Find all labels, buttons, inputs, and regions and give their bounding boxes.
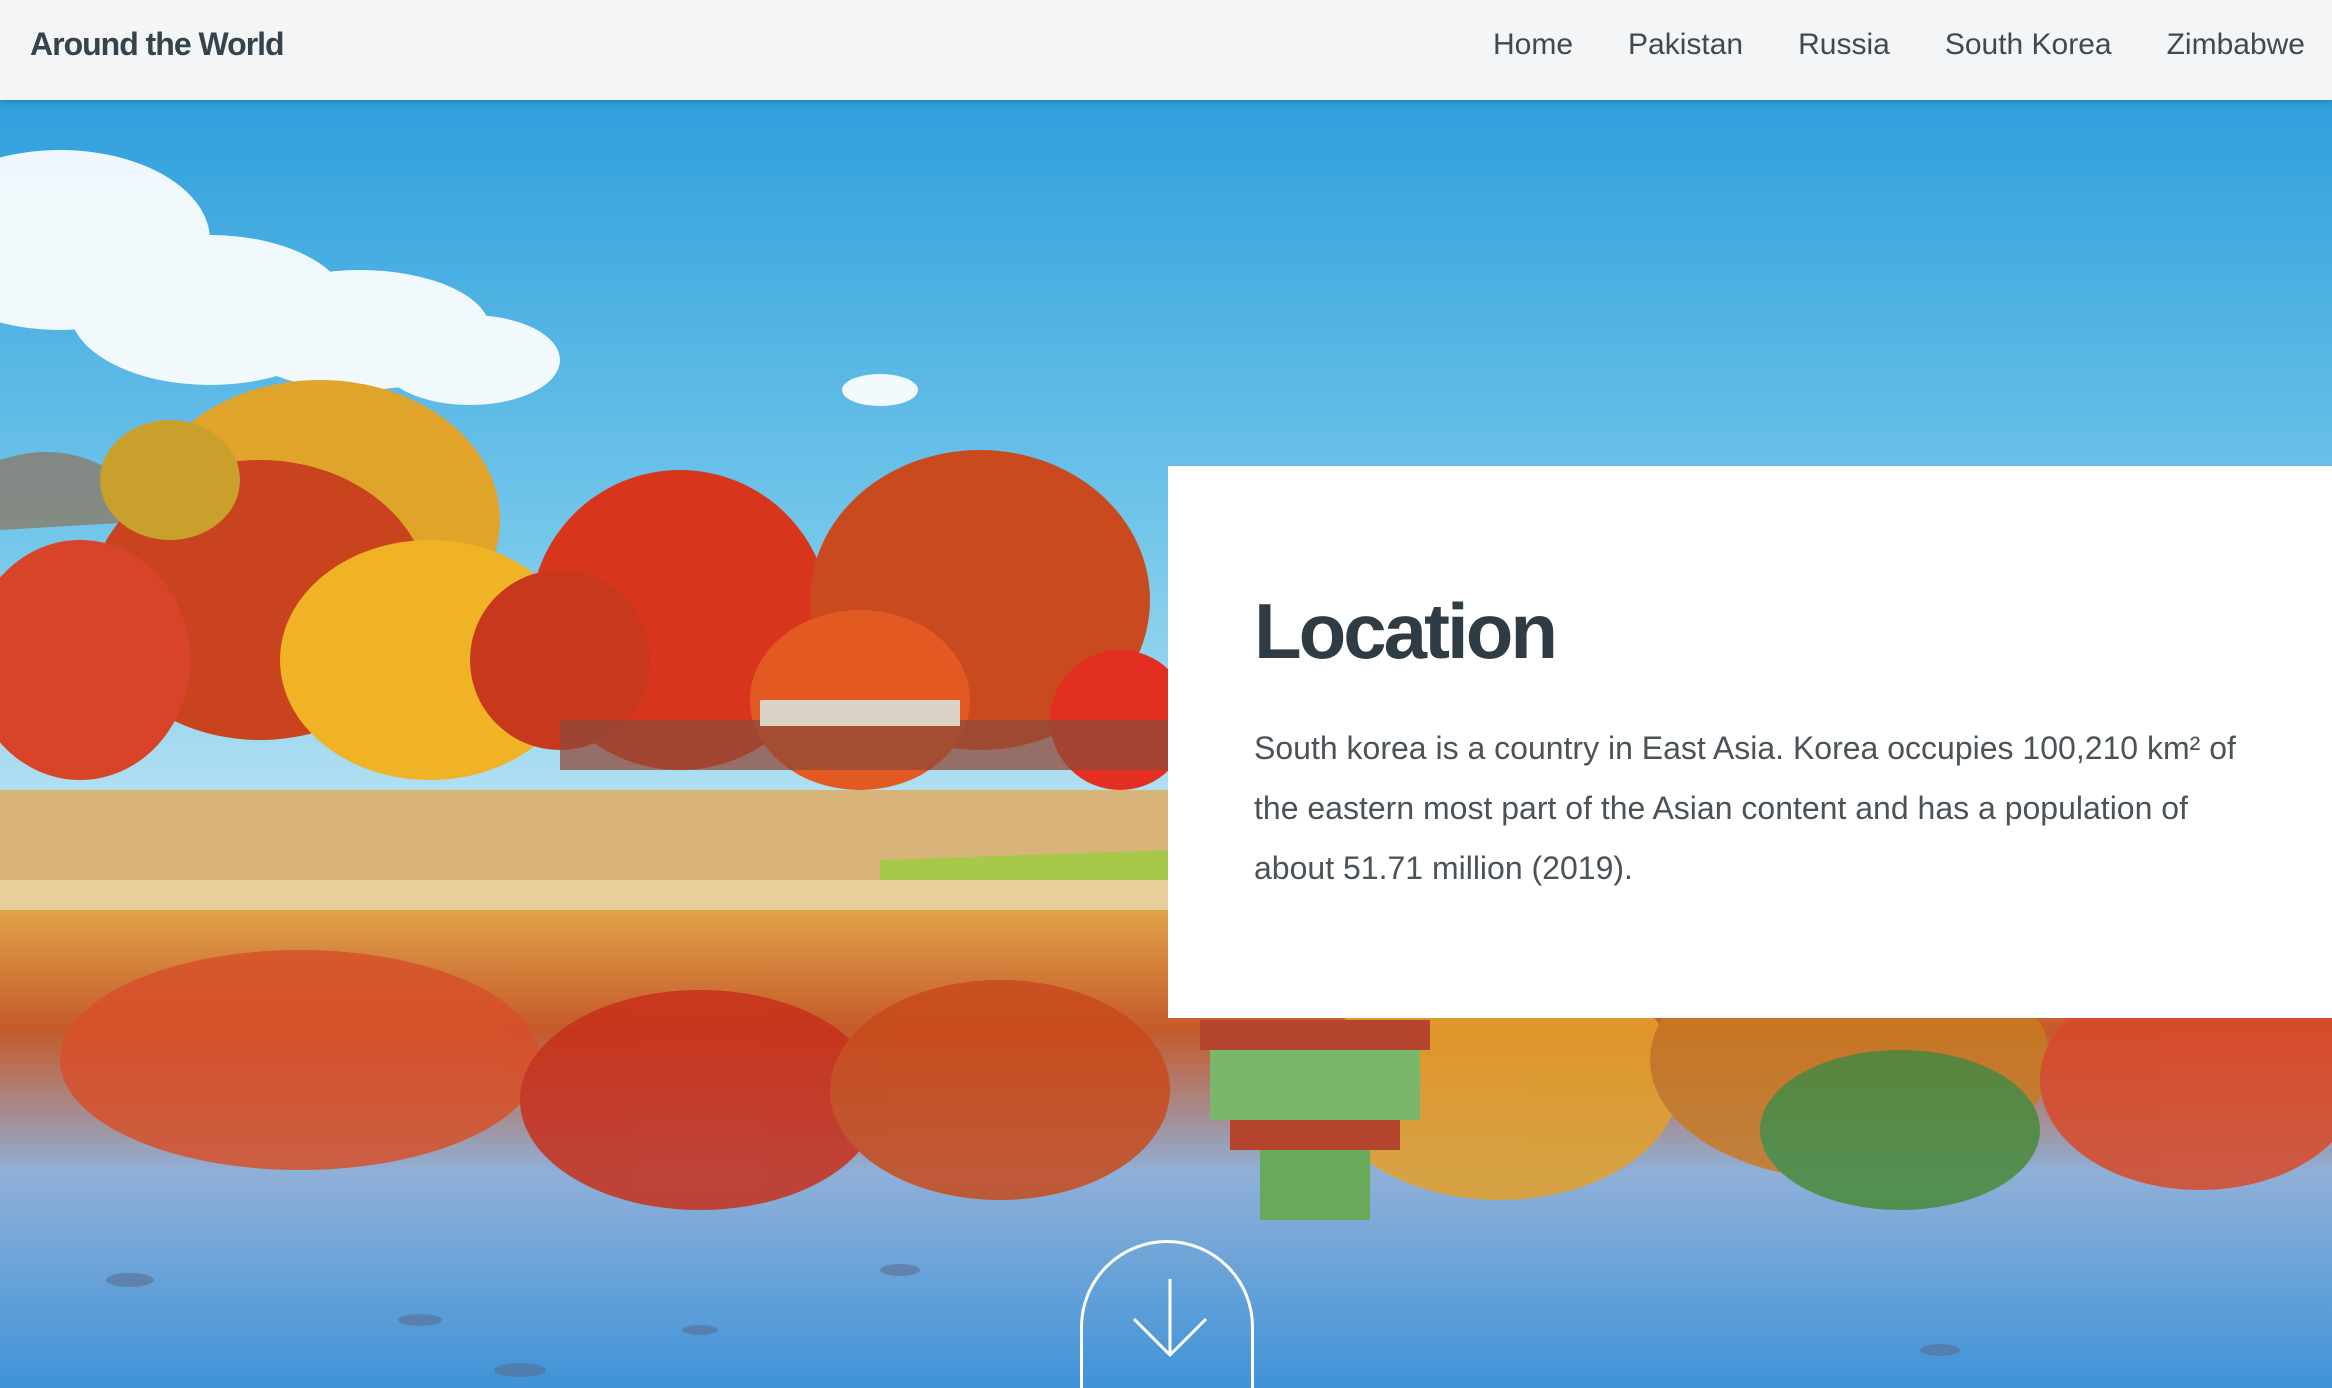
nav-link-home[interactable]: Home bbox=[1493, 28, 1573, 62]
main-nav: Home Pakistan Russia South Korea Zimbabw… bbox=[1438, 28, 2305, 62]
arrow-down-icon bbox=[1132, 1279, 1208, 1358]
nav-link-russia[interactable]: Russia bbox=[1798, 28, 1890, 62]
brand-logo[interactable]: Around the World bbox=[30, 26, 285, 63]
page: Around the World Home Pakistan Russia So… bbox=[0, 0, 2332, 1388]
card-body: South korea is a country in East Asia. K… bbox=[1254, 730, 2236, 886]
nav-link-south-korea[interactable]: South Korea bbox=[1945, 28, 2112, 62]
navbar: Around the World Home Pakistan Russia So… bbox=[0, 0, 2332, 100]
nav-link-pakistan[interactable]: Pakistan bbox=[1628, 28, 1743, 62]
card-title: Location bbox=[1254, 587, 1558, 675]
nav-link-zimbabwe[interactable]: Zimbabwe bbox=[2167, 28, 2305, 62]
location-card: Location South korea is a country in Eas… bbox=[1168, 466, 2332, 1018]
